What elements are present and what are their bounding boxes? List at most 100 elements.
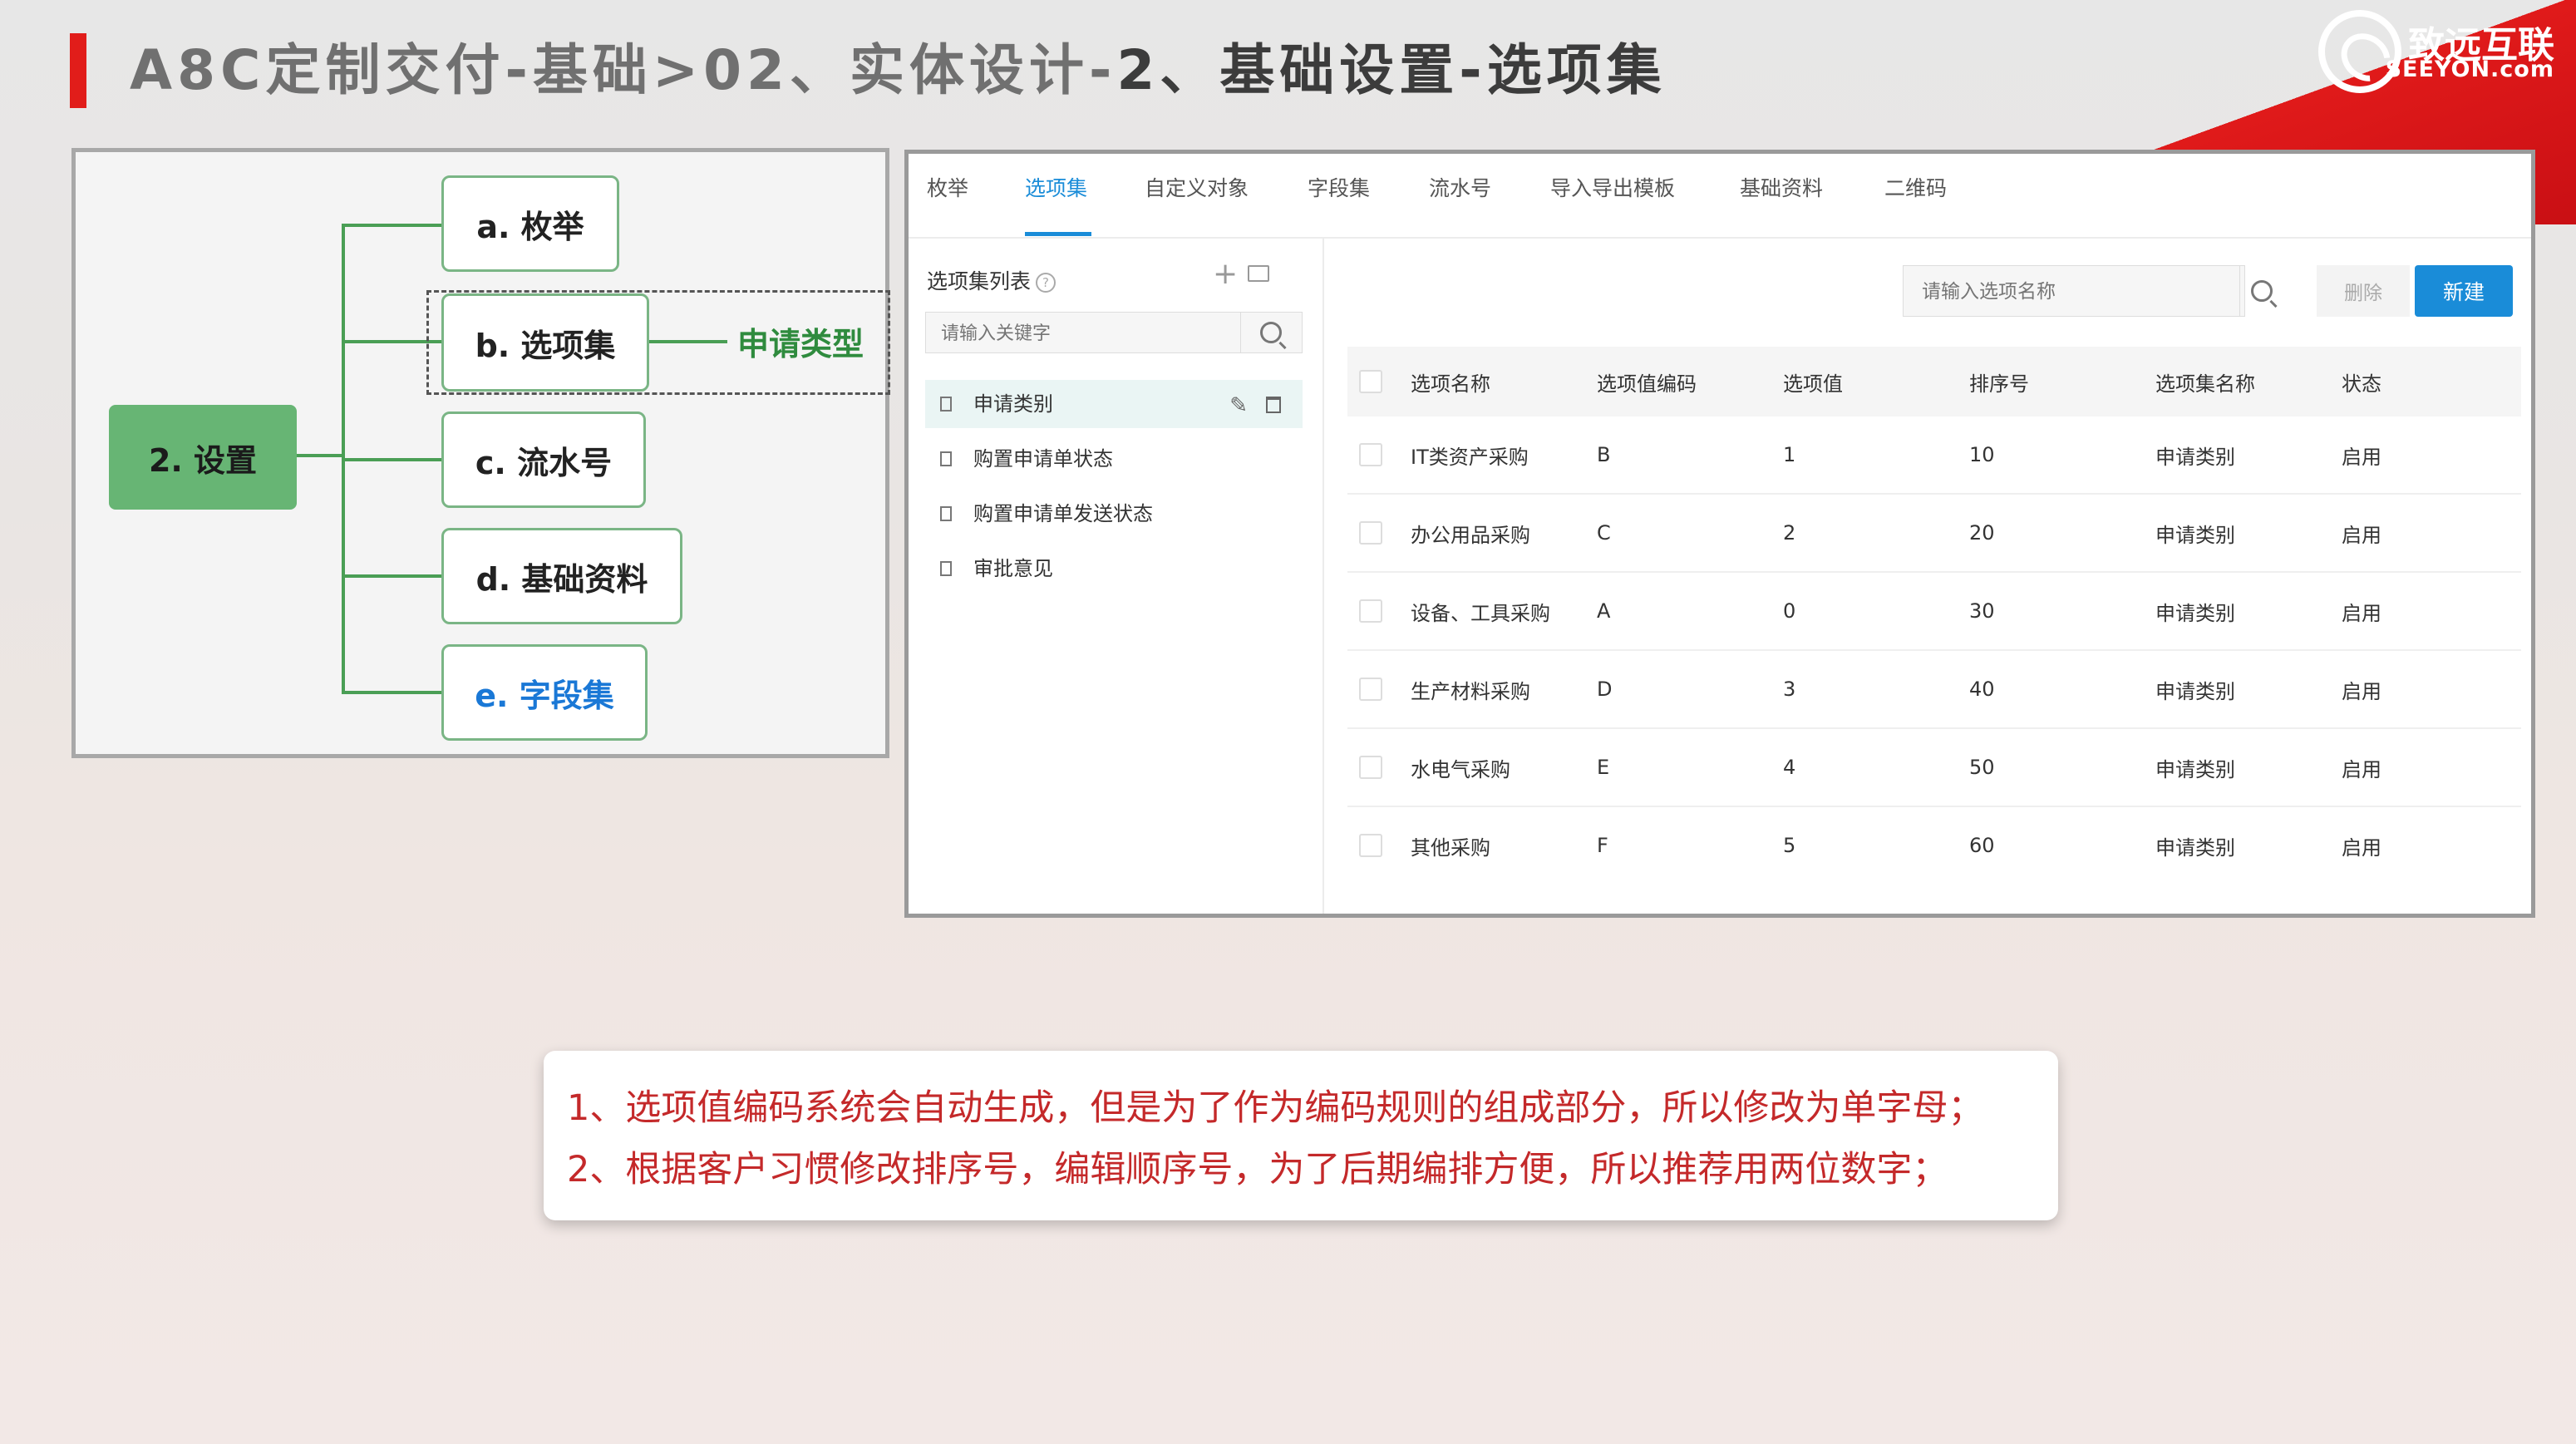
note-line-1: 1、选项值编码系统会自动生成，但是为了作为编码规则的组成部分，所以修改为单字母；: [567, 1087, 1984, 1129]
search-separator: [2239, 266, 2240, 316]
table-row[interactable]: 其他采购 F 5 60 申请类别 启用: [1347, 807, 2521, 884]
cell-option-set-name: 申请类别: [2155, 835, 2235, 860]
tab-import-export[interactable]: 导入导出模板: [1550, 172, 1675, 202]
tab-divider: [909, 237, 2531, 239]
table-header-row: 选项名称 选项值编码 选项值 排序号 选项集名称 状态: [1347, 347, 2521, 416]
tree-item-label: 审批意见: [973, 557, 1053, 580]
option-set-list-label: 选项集列表: [927, 269, 1032, 293]
branch-label-apply-type: 申请类型: [737, 326, 864, 362]
cell-sort-number: 50: [1969, 756, 1995, 779]
document-icon: [940, 561, 952, 576]
column-header: 排序号: [1969, 372, 2029, 396]
tree-item-purchase-status[interactable]: 购置申请单状态: [925, 435, 1303, 483]
tree-item-label: 申请类别: [973, 392, 1053, 416]
tab-basic-data[interactable]: 基础资料: [1740, 172, 1823, 202]
connector-line: [342, 224, 441, 227]
cell-status: 启用: [2342, 835, 2381, 860]
row-checkbox[interactable]: [1359, 678, 1382, 701]
cell-status: 启用: [2342, 445, 2381, 469]
cell-option-value: 0: [1783, 599, 1796, 623]
delete-button[interactable]: 删除: [2317, 265, 2410, 317]
page-title-main: 2、基础设置-选项集: [1116, 38, 1667, 102]
row-checkbox[interactable]: [1359, 521, 1382, 545]
tab-serial-number[interactable]: 流水号: [1429, 172, 1491, 202]
cell-status: 启用: [2342, 523, 2381, 547]
cell-option-value: 3: [1783, 678, 1796, 701]
active-tab-indicator: [1025, 232, 1091, 236]
cell-option-value: 5: [1783, 834, 1796, 857]
table-row[interactable]: IT类资产采购 B 1 10 申请类别 启用: [1347, 416, 2521, 495]
keyword-search-input[interactable]: [926, 313, 1242, 354]
table-row[interactable]: 水电气采购 E 4 50 申请类别 启用: [1347, 729, 2521, 807]
tab-option-set[interactable]: 选项集: [1025, 172, 1087, 202]
column-header: 选项值编码: [1597, 372, 1697, 396]
panel-divider: [1322, 239, 1324, 914]
row-checkbox[interactable]: [1359, 834, 1382, 857]
select-all-checkbox[interactable]: [1359, 370, 1382, 393]
cell-option-name: 生产材料采购: [1411, 679, 1530, 703]
tab-qrcode[interactable]: 二维码: [1884, 172, 1947, 202]
row-checkbox[interactable]: [1359, 599, 1382, 623]
mindmap-panel: 2. 设置 a. 枚举 b. 选项集 c. 流水号 d. 基础资料 e. 字段集…: [71, 148, 890, 758]
node-basic-data: d. 基础资料: [441, 528, 682, 624]
new-button[interactable]: 新建: [2415, 265, 2513, 317]
cell-sort-number: 60: [1969, 834, 1995, 857]
cell-option-code: B: [1597, 443, 1611, 466]
mindmap-root-node: 2. 设置: [109, 405, 297, 510]
node-enum: a. 枚举: [441, 175, 619, 272]
connector-line: [342, 691, 441, 694]
title-accent-bar: [70, 33, 86, 108]
cell-sort-number: 10: [1969, 443, 1995, 466]
node-option-set: b. 选项集: [441, 293, 649, 392]
page-title: A8C定制交付-基础>02、实体设计-2、基础设置-选项集: [130, 33, 1667, 108]
cell-option-set-name: 申请类别: [2155, 601, 2235, 625]
cell-option-set-name: 申请类别: [2155, 679, 2235, 703]
cell-option-code: A: [1597, 599, 1611, 623]
tab-field-set[interactable]: 字段集: [1308, 172, 1370, 202]
search-icon[interactable]: [2251, 280, 2273, 302]
cell-option-code: D: [1597, 678, 1613, 701]
help-icon[interactable]: ?: [1036, 273, 1057, 293]
cell-sort-number: 30: [1969, 599, 1995, 623]
connector-line: [297, 454, 343, 457]
cell-option-name: IT类资产采购: [1411, 445, 1529, 469]
tree-item-purchase-send-status[interactable]: 购置申请单发送状态: [925, 490, 1303, 538]
tab-enum[interactable]: 枚举: [927, 172, 968, 202]
tree-item-approval-opinion[interactable]: 审批意见: [925, 545, 1303, 593]
cell-status: 启用: [2342, 757, 2381, 781]
option-set-list-title: 选项集列表?: [927, 265, 1057, 295]
column-header: 选项集名称: [2155, 372, 2255, 396]
connector-line: [342, 574, 441, 578]
delete-icon[interactable]: [1266, 397, 1281, 413]
cell-sort-number: 20: [1969, 521, 1995, 545]
cell-option-value: 4: [1783, 756, 1796, 779]
connector-line: [342, 458, 441, 461]
logo-text-en: SEEYON.com: [2385, 57, 2554, 82]
cell-option-code: F: [1597, 834, 1608, 857]
document-icon: [940, 506, 952, 521]
table-row[interactable]: 设备、工具采购 A 0 30 申请类别 启用: [1347, 573, 2521, 651]
edit-icon[interactable]: ✎: [1229, 395, 1248, 416]
options-table: 选项名称 选项值编码 选项值 排序号 选项集名称 状态 IT类资产采购 B 1 …: [1347, 347, 2521, 884]
tree-item-label: 购置申请单发送状态: [973, 502, 1153, 525]
search-icon[interactable]: [1260, 322, 1282, 343]
cell-status: 启用: [2342, 679, 2381, 703]
cell-option-set-name: 申请类别: [2155, 757, 2235, 781]
tab-custom-object[interactable]: 自定义对象: [1145, 172, 1249, 202]
tree-item-apply-category[interactable]: 申请类别 ✎: [925, 380, 1303, 428]
folder-icon[interactable]: [1248, 265, 1269, 282]
table-row[interactable]: 生产材料采购 D 3 40 申请类别 启用: [1347, 651, 2521, 729]
cell-option-name: 其他采购: [1411, 835, 1490, 860]
table-row[interactable]: 办公用品采购 C 2 20 申请类别 启用: [1347, 495, 2521, 573]
column-header: 选项名称: [1411, 372, 1490, 396]
add-icon[interactable]: +: [1213, 257, 1238, 291]
note-line-2: 2、根据客户习惯修改排序号，编辑顺序号，为了后期编排方便，所以推荐用两位数字；: [567, 1149, 1948, 1190]
cell-option-set-name: 申请类别: [2155, 523, 2235, 547]
keyword-search: [925, 312, 1303, 354]
row-checkbox[interactable]: [1359, 756, 1382, 779]
row-checkbox[interactable]: [1359, 443, 1382, 466]
option-name-search: [1903, 265, 2273, 318]
option-name-search-input[interactable]: [1904, 266, 2206, 318]
column-header: 选项值: [1783, 372, 1843, 396]
document-icon: [940, 397, 952, 412]
